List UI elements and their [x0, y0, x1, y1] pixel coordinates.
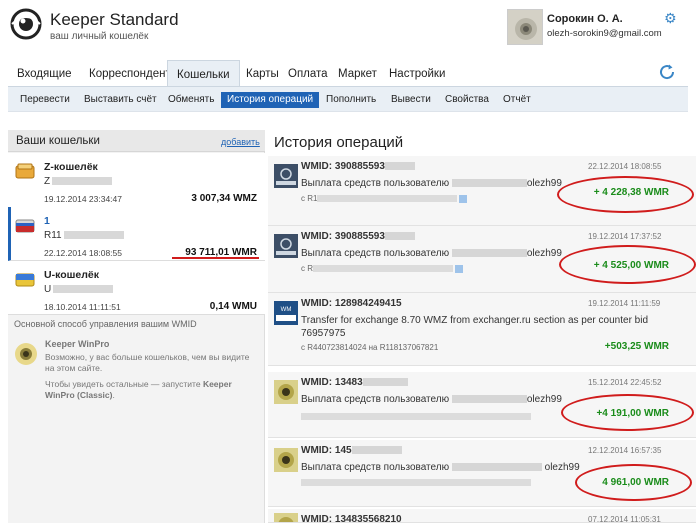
transaction-row[interactable]: WM WMID: 128984249415 19.12.2014 11:11:5… — [268, 293, 696, 366]
sub-nav: Перевести Выставить счёт Обменять Истори… — [8, 86, 688, 112]
wallet-item-z[interactable]: Z-кошелёк Z 19.12.2014 23:34:47 3 007,34… — [8, 153, 265, 210]
add-wallet-link[interactable]: добавить — [221, 137, 260, 147]
transaction-date: 22.12.2014 18:08:55 — [588, 162, 662, 171]
wmmt-icon — [274, 234, 298, 258]
winpro-text-1: Возможно, у вас больше кошельков, чем вы… — [45, 352, 250, 373]
amount-highlight-oval — [575, 464, 692, 501]
app-title: Keeper Standard — [50, 10, 179, 29]
transaction-wmid: WMID: 13483 — [301, 377, 408, 388]
wallet-name: U-кошелёк — [44, 269, 99, 281]
subnav-history[interactable]: История операций — [221, 92, 320, 108]
wallets-panel: Ваши кошельки добавить Z-кошелёк Z 19.12… — [8, 130, 265, 523]
eye-avatar-icon — [274, 380, 298, 404]
subnav-exchange[interactable]: Обменять — [162, 92, 220, 108]
transaction-route: с R1 — [301, 194, 468, 203]
subnav-report[interactable]: Отчёт — [497, 92, 537, 108]
user-email: olezh-sorokin9@gmail.com — [547, 28, 662, 39]
history-title: История операций — [274, 134, 404, 151]
wallet-name: Z-кошелёк — [44, 161, 98, 173]
wallet-date: 18.10.2014 11:11:51 — [44, 302, 121, 312]
tab-payment[interactable]: Оплата — [279, 60, 337, 87]
amount-highlight-oval — [559, 245, 696, 284]
transaction-route — [301, 412, 531, 421]
subnav-properties[interactable]: Свойства — [439, 92, 495, 108]
gear-icon[interactable]: ⚙ — [664, 11, 678, 25]
winpro-section-title: Основной способ управления вашим WMID — [14, 319, 197, 329]
app-subtitle: ваш личный кошелёк — [50, 31, 149, 42]
transaction-wmid: WMID: 128984249415 — [301, 298, 402, 309]
wallet-date: 22.12.2014 18:08:55 — [44, 248, 122, 258]
amount-highlight-oval — [557, 176, 694, 213]
tab-wallets[interactable]: Кошельки — [167, 60, 240, 87]
subnav-topup[interactable]: Пополнить — [320, 92, 382, 108]
transaction-wmid: WMID: 145 — [301, 445, 402, 456]
transaction-date: 07.12.2014 11:05:31 — [588, 515, 661, 523]
transaction-date: 12.12.2014 16:57:35 — [588, 446, 662, 455]
tab-market[interactable]: Маркет — [329, 60, 386, 87]
transaction-amount: +503,25 WMR — [604, 341, 669, 352]
wallet-balance: 0,14 WMU — [209, 301, 257, 312]
wmmt-icon — [274, 164, 298, 188]
transaction-route: с R — [301, 264, 463, 273]
wallets-panel-header: Ваши кошельки добавить — [8, 130, 265, 152]
wallet-number: R11 — [44, 230, 124, 241]
transaction-route: с R440723814024 на R118137067821 — [301, 343, 439, 352]
winpro-eye-icon — [15, 343, 37, 365]
wallet-r-icon — [15, 219, 35, 233]
avatar[interactable] — [507, 9, 543, 45]
subnav-transfer[interactable]: Перевести — [14, 92, 76, 108]
webmoney-exchanger-icon: WM — [274, 301, 298, 325]
user-profile[interactable]: Сорокин О. А. olezh-sorokin9@gmail.com — [507, 9, 690, 45]
winpro-title: Keeper WinPro — [45, 339, 110, 349]
tab-settings[interactable]: Настройки — [380, 60, 454, 87]
transaction-wmid: WMID: 390885593 — [301, 231, 415, 242]
avatar-eye-icon — [508, 10, 542, 44]
tab-inbox[interactable]: Входящие — [8, 60, 81, 87]
wallet-item-u[interactable]: U-кошелёк U 18.10.2014 11:11:51 0,14 WMU — [8, 261, 265, 315]
user-name: Сорокин О. А. — [547, 13, 623, 25]
transaction-date: 15.12.2014 22:45:52 — [588, 378, 662, 387]
transaction-row[interactable]: WMID: 134835568210 07.12.2014 11:05:31 — [268, 509, 696, 523]
transaction-route — [301, 478, 531, 487]
main-tabs: Входящие Корреспонденты Кошельки Карты О… — [8, 60, 688, 87]
transaction-wmid: WMID: 390885593 — [301, 161, 415, 172]
transaction-date: 19.12.2014 17:37:52 — [588, 232, 662, 241]
subnav-invoice[interactable]: Выставить счёт — [78, 92, 163, 108]
balance-highlight-underline — [172, 257, 259, 259]
eye-avatar-icon — [274, 513, 298, 522]
wallet-balance: 3 007,34 WMZ — [191, 193, 257, 204]
transaction-wmid: WMID: 134835568210 — [301, 514, 402, 523]
active-wallet-pointer — [258, 227, 266, 243]
transaction-date: 19.12.2014 11:11:59 — [588, 299, 661, 308]
wallet-u-icon — [15, 273, 35, 287]
refresh-icon[interactable] — [658, 63, 676, 81]
wallet-z-icon — [15, 163, 35, 179]
subnav-withdraw[interactable]: Вывести — [385, 92, 437, 108]
wallet-date: 19.12.2014 23:34:47 — [44, 194, 122, 204]
wallet-number: Z — [44, 176, 113, 187]
wallets-panel-title: Ваши кошельки — [16, 135, 100, 147]
svg-text:WM: WM — [281, 307, 292, 313]
wallet-name: 1 — [44, 215, 50, 227]
eye-avatar-icon — [274, 448, 298, 472]
winpro-text-2: Чтобы увидеть остальные — запустите Keep… — [45, 379, 232, 400]
transaction-description: Transfer for exchange 8.70 WMZ from exch… — [301, 315, 649, 339]
wallet-number: U — [44, 284, 114, 295]
app-header: Keeper Standard ваш личный кошелёк Сорок… — [0, 0, 696, 58]
amount-highlight-oval — [561, 394, 694, 431]
wallet-item-r[interactable]: 1 R11 22.12.2014 18:08:55 93 711,01 WMR — [8, 207, 265, 261]
eye-logo-icon[interactable] — [10, 8, 42, 40]
